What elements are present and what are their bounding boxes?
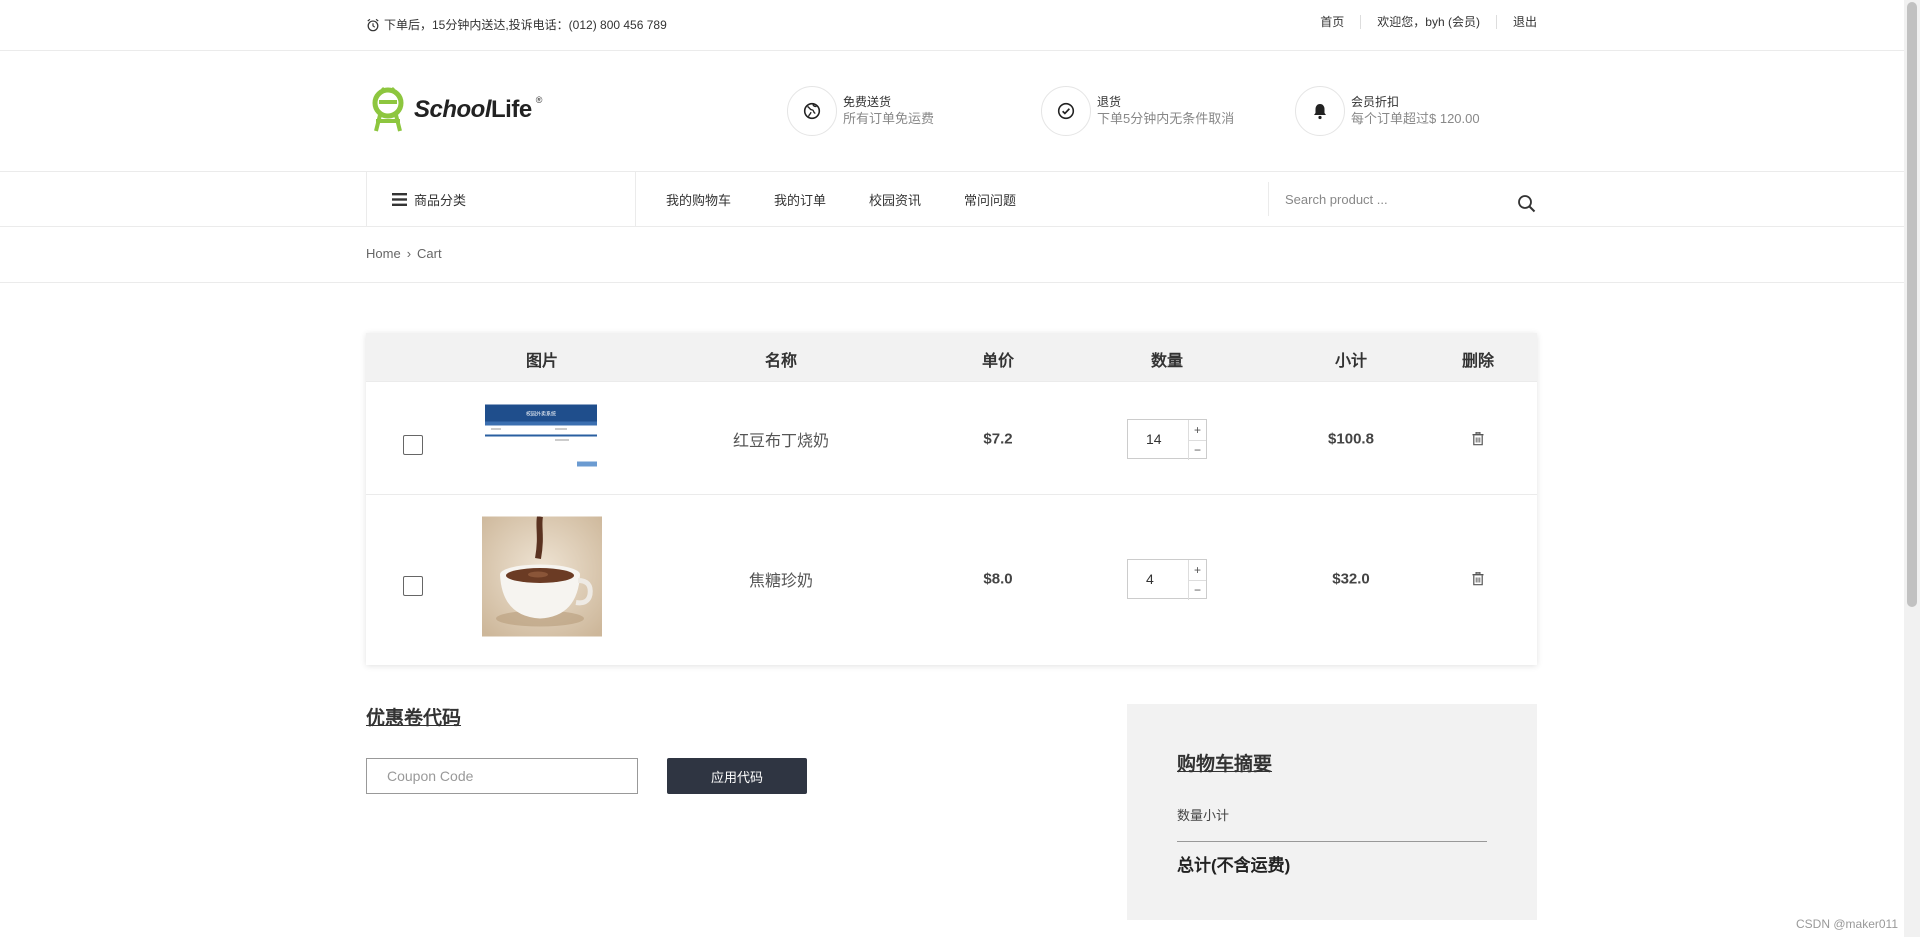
coupon-title: 优惠卷代码 — [366, 708, 462, 729]
total-label: 总计(不含运费) — [1177, 856, 1291, 875]
alarm-clock-icon — [367, 18, 379, 31]
feature-title: 退货 — [1097, 95, 1122, 109]
watermark: CSDN @maker011 — [1796, 917, 1898, 931]
header-delete: 删除 — [1461, 353, 1495, 370]
scrollbar-thumb[interactable] — [1907, 2, 1917, 607]
header-image: 图片 — [525, 353, 559, 370]
main-nav: 商品分类 我的购物车 我的订单 校园资讯 常问问题 — [0, 172, 1904, 227]
product-name: 红豆布丁烧奶 — [732, 433, 830, 450]
delivery-notice: 下单后，15分钟内送达,投诉电话：(012) 800 456 789 — [366, 16, 667, 33]
nav-item-my-cart[interactable]: 我的购物车 — [666, 190, 731, 209]
summary-title: 购物车摘要 — [1177, 754, 1273, 775]
site-logo[interactable]: SchoolLife ® — [366, 85, 542, 135]
feature-member-discount: 会员折扣 每个订单超过$ 120.00 — [1295, 86, 1480, 136]
header-name: 名称 — [764, 353, 798, 370]
cart-row: 焦糖珍奶 $8.0 4 + − $32.0 — [366, 494, 1537, 665]
product-thumbnail — [482, 515, 602, 642]
select-checkbox[interactable] — [403, 576, 423, 596]
feature-icon-circle — [787, 86, 837, 136]
cart-table: 图片 名称 单价 数量 小计 删除 校园外卖系统 红豆布丁烧奶 $7.2 14 … — [366, 333, 1537, 665]
product-thumbnail: 校园外卖系统 — [485, 404, 599, 474]
feature-icon-circle — [1041, 86, 1091, 136]
breadcrumb: Home › Cart — [366, 246, 442, 261]
breadcrumb-bar: Home › Cart — [0, 227, 1904, 283]
feature-free-shipping: 免费送货 所有订单免运费 — [787, 86, 934, 136]
check-circle-icon — [1057, 102, 1075, 120]
quantity-increase-button[interactable]: + — [1189, 420, 1206, 441]
cart-summary: 购物车摘要 数量小计 总计(不含运费) — [1127, 704, 1537, 920]
category-label: 商品分类 — [414, 193, 467, 208]
feature-desc: 每个订单超过$ 120.00 — [1351, 111, 1480, 126]
quantity-subtotal-label: 数量小计 — [1177, 808, 1230, 823]
feature-title: 免费送货 — [843, 95, 892, 109]
logo-text: SchoolLife — [414, 96, 532, 123]
trash-icon[interactable] — [1472, 432, 1484, 446]
feature-returns: 退货 下单5分钟内无条件取消 — [1041, 86, 1234, 136]
welcome-user-link[interactable]: 欢迎您，byh (会员) — [1360, 15, 1496, 29]
row-subtotal: $100.8 — [1328, 430, 1374, 448]
select-checkbox[interactable] — [403, 435, 423, 455]
quantity-input[interactable]: 4 + − — [1127, 559, 1207, 601]
trash-icon[interactable] — [1472, 572, 1484, 586]
logout-link[interactable]: 退出 — [1495, 15, 1537, 29]
thumb-title: 校园外卖系统 — [526, 411, 556, 418]
feature-icon-circle — [1295, 86, 1345, 136]
search-icon[interactable] — [1517, 194, 1537, 214]
home-link[interactable]: 首页 — [1304, 15, 1360, 29]
top-links: 首页 欢迎您，byh (会员) 退出 — [1304, 15, 1537, 29]
quantity-decrease-button[interactable]: − — [1189, 441, 1206, 461]
summary-divider — [1177, 841, 1487, 842]
breadcrumb-home[interactable]: Home — [366, 246, 401, 261]
globe-icon — [803, 102, 821, 120]
row-subtotal: $32.0 — [1332, 570, 1370, 588]
nav-item-campus-news[interactable]: 校园资讯 — [869, 190, 921, 209]
header-price: 单价 — [981, 353, 1015, 370]
cart-row: 校园外卖系统 红豆布丁烧奶 $7.2 14 + − $100.8 — [366, 381, 1537, 494]
site-header: SchoolLife ® 免费送货 所有订单免运费 退货 下单5分钟内无条件取消 — [0, 52, 1904, 172]
nav-item-faq[interactable]: 常问问题 — [964, 190, 1016, 209]
nav-item-my-orders[interactable]: 我的订单 — [774, 190, 826, 209]
feature-desc: 下单5分钟内无条件取消 — [1097, 111, 1235, 126]
quantity-increase-button[interactable]: + — [1189, 560, 1206, 581]
schoollife-logo-icon — [372, 86, 404, 132]
feature-title: 会员折扣 — [1351, 95, 1400, 109]
quantity-input[interactable]: 14 + − — [1127, 419, 1207, 461]
breadcrumb-current: Cart — [417, 246, 442, 261]
search-box — [1268, 182, 1537, 216]
apply-coupon-button[interactable]: 应用代码 — [667, 758, 807, 794]
quantity-stepper: 4 + − — [1127, 559, 1207, 601]
bell-icon — [1314, 104, 1326, 120]
category-menu-button[interactable]: 商品分类 — [366, 172, 636, 227]
registered-mark: ® — [535, 95, 543, 105]
top-bar: 下单后，15分钟内送达,投诉电话：(012) 800 456 789 首页 欢迎… — [0, 0, 1904, 51]
unit-price: $8.0 — [983, 570, 1013, 588]
breadcrumb-separator: › — [406, 246, 412, 261]
header-subtotal: 小计 — [1334, 353, 1368, 370]
nav-menu: 我的购物车 我的订单 校园资讯 常问问题 — [666, 172, 1016, 227]
header-qty: 数量 — [1150, 353, 1184, 370]
cart-table-header: 图片 名称 单价 数量 小计 删除 — [366, 333, 1537, 381]
unit-price: $7.2 — [983, 430, 1013, 448]
search-input[interactable] — [1285, 191, 1485, 207]
delivery-notice-text: 下单后，15分钟内送达,投诉电话：(012) 800 456 789 — [384, 18, 667, 32]
coupon-code-input[interactable]: Coupon Code — [366, 758, 638, 794]
hamburger-menu-icon — [392, 193, 407, 206]
quantity-decrease-button[interactable]: − — [1189, 581, 1206, 601]
feature-desc: 所有订单免运费 — [843, 111, 935, 126]
product-name: 焦糖珍奶 — [748, 573, 814, 590]
quantity-stepper: 14 + − — [1127, 419, 1207, 461]
page-scrollbar[interactable] — [1904, 0, 1920, 937]
